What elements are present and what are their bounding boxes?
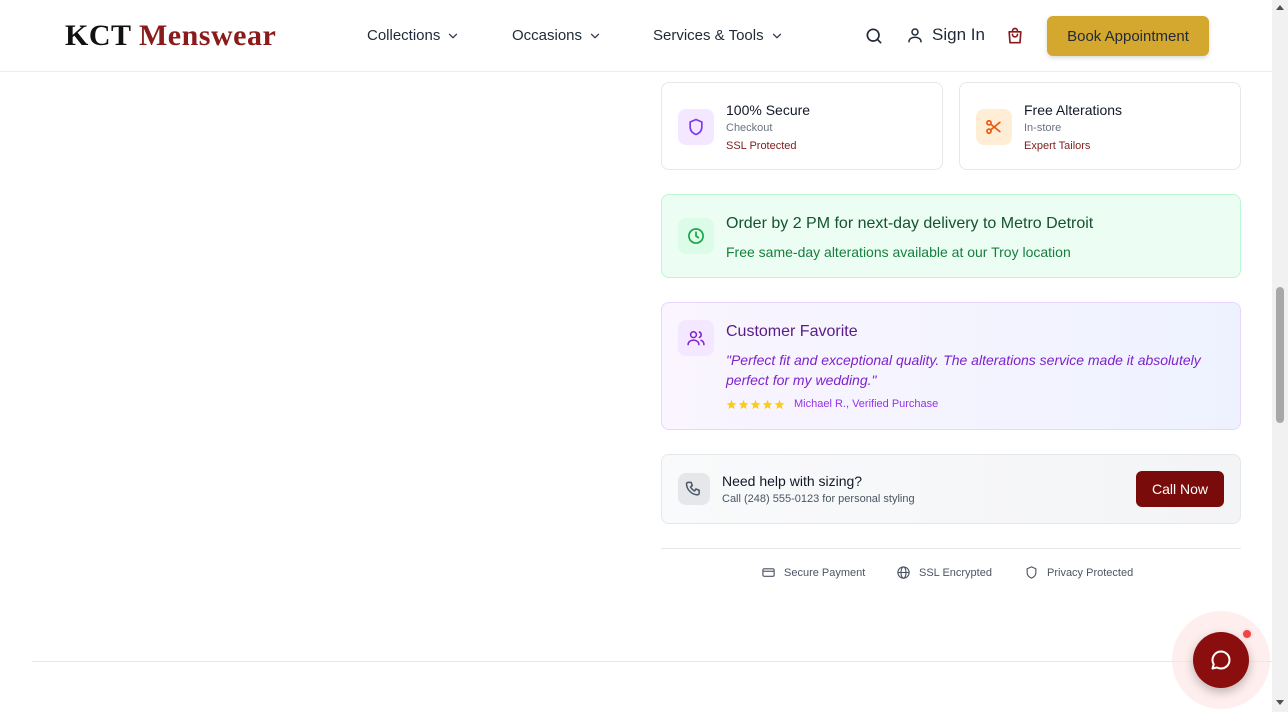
trust-label: Secure Payment (784, 566, 866, 579)
phone-icon (678, 473, 710, 505)
sign-in-link[interactable]: Sign In (906, 25, 985, 45)
nav-label: Services & Tools (653, 27, 764, 44)
credit-card-icon (762, 568, 775, 577)
chevron-down-icon (449, 33, 458, 38)
nav-collections[interactable]: Collections (367, 27, 460, 44)
sizing-title: Need help with sizing? (722, 473, 863, 489)
call-now-button[interactable]: Call Now (1136, 471, 1224, 507)
secure-checkout-card: 100% Secure Checkout SSL Protected (661, 82, 943, 170)
scroll-up-arrow[interactable] (1276, 5, 1284, 10)
chevron-down-icon (772, 33, 781, 38)
sizing-help-card: Need help with sizing? Call (248) 555-01… (661, 454, 1241, 524)
nav-label: Collections (367, 27, 441, 44)
trust-secure-payment: Secure Payment (761, 565, 865, 580)
chevron-down-icon (590, 33, 600, 38)
favorite-title: Customer Favorite (726, 323, 858, 340)
chat-bubble-icon (1211, 650, 1231, 670)
notification-dot (1241, 628, 1253, 640)
badge-highlight: SSL Protected (726, 140, 797, 152)
star-icon (738, 399, 749, 410)
reviewer-name: Michael R., Verified Purchase (794, 398, 939, 410)
trust-ssl-encrypted: SSL Encrypted (896, 565, 992, 580)
trust-label: SSL Encrypted (919, 566, 992, 579)
nav-occasions[interactable]: Occasions (512, 27, 602, 44)
sizing-subtitle: Call (248) 555-0123 for personal styling (722, 493, 915, 505)
logo[interactable]: KCT Menswear (65, 19, 276, 53)
trust-privacy-protected: Privacy Protected (1024, 565, 1133, 580)
chat-button[interactable] (1193, 632, 1249, 688)
star-icon (726, 399, 737, 410)
scroll-down-arrow[interactable] (1276, 700, 1284, 705)
scissors-icon (976, 109, 1012, 145)
badge-highlight: Expert Tailors (1024, 140, 1091, 152)
search-icon[interactable] (863, 25, 885, 47)
delivery-title: Order by 2 PM for next-day delivery to M… (726, 215, 1094, 232)
badge-subtitle: Checkout (726, 122, 773, 134)
user-icon (908, 28, 922, 43)
delivery-notice-card: Order by 2 PM for next-day delivery to M… (661, 194, 1241, 278)
shield-icon (678, 109, 714, 145)
badge-title: 100% Secure (726, 102, 811, 118)
scroll-thumb[interactable] (1276, 287, 1284, 423)
users-icon (678, 320, 714, 356)
free-alterations-card: Free Alterations In-store Expert Tailors (959, 82, 1241, 170)
logo-accent: Menswear (138, 19, 277, 52)
delivery-subtitle: Free same-day alterations available at o… (726, 244, 1071, 260)
star-icon (774, 399, 785, 410)
favorite-quote: "Perfect fit and exceptional quality. Th… (726, 352, 1201, 388)
badge-subtitle: In-store (1024, 122, 1062, 134)
trust-label: Privacy Protected (1047, 566, 1134, 579)
book-appointment-button[interactable]: Book Appointment (1047, 16, 1209, 56)
shield-outline-icon (1026, 566, 1037, 579)
nav-label: Occasions (512, 27, 583, 44)
star-rating (726, 399, 785, 410)
badge-title: Free Alterations (1024, 102, 1123, 118)
shopping-bag-icon[interactable] (1004, 25, 1026, 47)
site-header: KCT Menswear Collections Occasions Servi… (0, 0, 1272, 72)
sign-in-label: Sign In (932, 25, 985, 44)
footer-divider (32, 661, 1272, 662)
star-icon (750, 399, 761, 410)
logo-main: KCT (65, 19, 131, 52)
nav-services-tools[interactable]: Services & Tools (653, 27, 784, 44)
customer-favorite-card: Customer Favorite "Perfect fit and excep… (661, 302, 1241, 430)
page-scrollbar[interactable] (1272, 0, 1288, 712)
globe-icon (897, 566, 910, 579)
star-icon (762, 399, 773, 410)
clock-icon (678, 218, 714, 254)
divider (661, 548, 1241, 549)
